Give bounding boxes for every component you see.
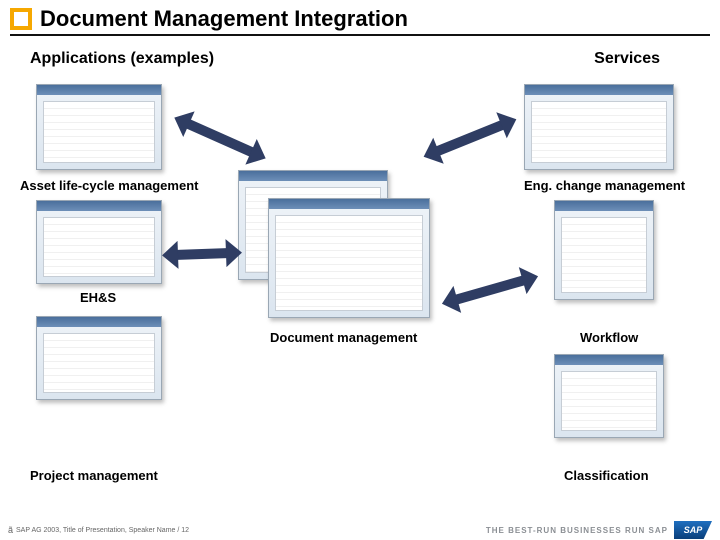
sap-logo-icon: SAP <box>674 521 712 539</box>
label-project: Project management <box>30 468 158 483</box>
thumb-asset-lifecycle <box>36 84 162 170</box>
thumb-project-mgmt <box>36 316 162 400</box>
thumb-eng-change <box>524 84 674 170</box>
heading-applications: Applications (examples) <box>30 50 214 68</box>
footer-tagline-wrap: THE BEST-RUN BUSINESSES RUN SAP SAP <box>486 521 712 539</box>
sap-logo-text: SAP <box>684 525 703 535</box>
footer: ãSAP AG 2003, Title of Presentation, Spe… <box>0 520 720 540</box>
label-classification: Classification <box>564 468 649 483</box>
thumb-ehs <box>36 200 162 284</box>
footer-copyright: ãSAP AG 2003, Title of Presentation, Spe… <box>8 525 189 535</box>
arrow-asset-to-center <box>169 105 272 171</box>
thumb-classification <box>554 354 664 438</box>
label-asset: Asset life-cycle management <box>20 178 198 193</box>
label-engchange: Eng. change management <box>524 178 685 193</box>
copyright-icon: ã <box>8 525 13 535</box>
diagram-canvas: Applications (examples) Services Asset l… <box>0 40 720 510</box>
label-workflow: Workflow <box>580 330 638 345</box>
arrow-ehs-to-center <box>162 239 243 270</box>
thumb-doc-mgmt-front <box>268 198 430 318</box>
title-divider <box>10 34 710 36</box>
arrow-workflow-to-center <box>438 263 542 317</box>
title-row: Document Management Integration <box>0 0 720 34</box>
slide-title: Document Management Integration <box>40 6 408 32</box>
footer-copyright-text: SAP AG 2003, Title of Presentation, Spea… <box>16 527 189 534</box>
title-bullet-icon <box>10 8 32 30</box>
label-ehs: EH&S <box>80 290 116 305</box>
label-docmgmt: Document management <box>270 330 417 345</box>
footer-tagline: THE BEST-RUN BUSINESSES RUN SAP <box>486 526 668 535</box>
heading-services: Services <box>594 50 660 68</box>
thumb-workflow <box>554 200 654 300</box>
arrow-engchange-to-center <box>418 106 521 169</box>
